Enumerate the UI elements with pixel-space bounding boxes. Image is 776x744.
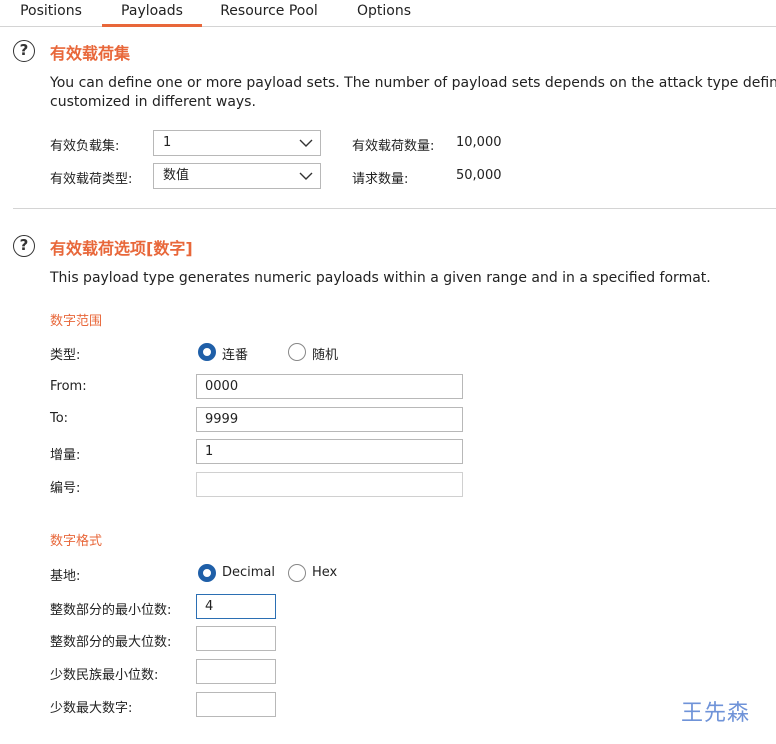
radio-sequential[interactable] <box>198 343 216 361</box>
number-range-heading: 数字范围 <box>50 314 103 329</box>
how-many-input[interactable] <box>196 472 463 497</box>
payload-type-select[interactable]: 数值 <box>153 163 321 189</box>
radio-random[interactable] <box>288 343 306 361</box>
request-count-label: 请求数量: <box>352 172 409 187</box>
radio-random-label: 随机 <box>312 348 339 363</box>
base-label: 基地: <box>50 569 81 584</box>
payload-type-value: 数值 <box>163 168 190 183</box>
tab-bar: Positions Payloads Resource Pool Options <box>0 0 776 27</box>
tab-options[interactable]: Options <box>344 0 424 24</box>
request-count-value: 50,000 <box>456 168 502 183</box>
to-label: To: <box>50 411 69 426</box>
max-fraction-digits-label: 少数最大数字: <box>50 701 133 716</box>
radio-sequential-label: 连番 <box>222 348 249 363</box>
watermark: 王先森 <box>681 701 751 726</box>
radio-decimal-label: Decimal <box>222 565 276 580</box>
payload-sets-description-line2: customized in different ways. <box>50 94 256 110</box>
payload-set-label: 有效负载集: <box>50 139 120 154</box>
step-label: 增量: <box>50 448 81 463</box>
type-label: 类型: <box>50 348 81 363</box>
payload-count-value: 10,000 <box>456 135 502 150</box>
chevron-down-icon <box>299 172 313 180</box>
min-fraction-digits-input[interactable] <box>196 659 276 684</box>
step-input[interactable] <box>196 439 463 464</box>
max-fraction-digits-input[interactable] <box>196 692 276 717</box>
number-format-heading: 数字格式 <box>50 534 103 549</box>
payload-sets-title: 有效载荷集 <box>50 44 131 63</box>
payload-sets-description-line1: You can define one or more payload sets.… <box>50 75 776 91</box>
chevron-down-icon <box>299 139 313 147</box>
tab-payloads[interactable]: Payloads <box>102 0 202 27</box>
from-input[interactable] <box>196 374 463 399</box>
radio-hex[interactable] <box>288 564 306 582</box>
max-integer-digits-label: 整数部分的最大位数: <box>50 635 172 650</box>
payload-type-label: 有效载荷类型: <box>50 172 133 187</box>
min-integer-digits-input[interactable] <box>196 594 276 619</box>
payload-options-description: This payload type generates numeric payl… <box>50 270 711 286</box>
payload-options-title: 有效载荷选项[数字] <box>50 239 193 258</box>
radio-decimal[interactable] <box>198 564 216 582</box>
radio-hex-label: Hex <box>312 565 338 580</box>
payload-set-select[interactable]: 1 <box>153 130 321 156</box>
from-label: From: <box>50 379 87 394</box>
help-icon[interactable]: ? <box>13 40 35 62</box>
how-many-label: 编号: <box>50 481 81 496</box>
tab-positions[interactable]: Positions <box>10 0 92 24</box>
min-fraction-digits-label: 少数民族最小位数: <box>50 668 159 683</box>
max-integer-digits-input[interactable] <box>196 626 276 651</box>
to-input[interactable] <box>196 407 463 432</box>
min-integer-digits-label: 整数部分的最小位数: <box>50 603 172 618</box>
payload-set-value: 1 <box>163 135 172 150</box>
section-divider <box>13 208 776 209</box>
payload-count-label: 有效载荷数量: <box>352 139 435 154</box>
help-icon[interactable]: ? <box>13 235 35 257</box>
tab-resource-pool[interactable]: Resource Pool <box>212 0 326 24</box>
